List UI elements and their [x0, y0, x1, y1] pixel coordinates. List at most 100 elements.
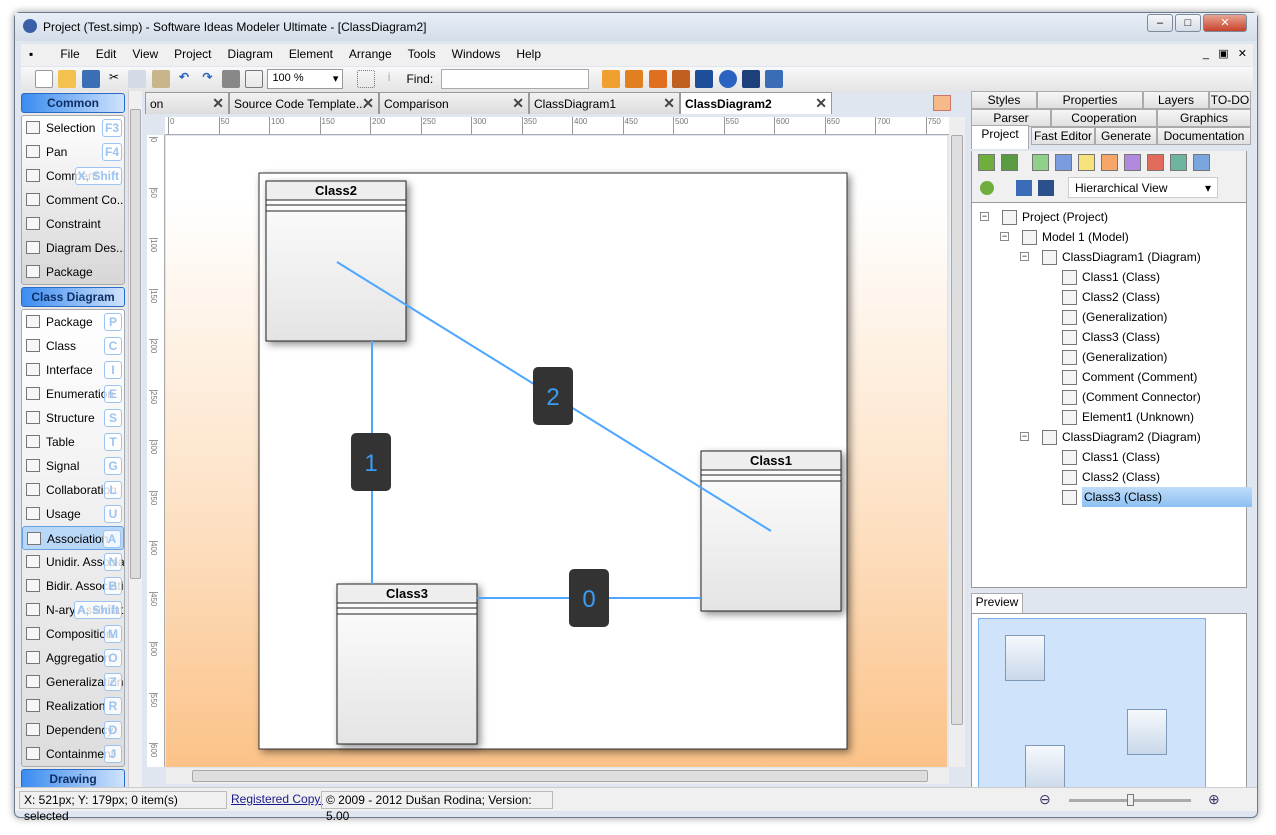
add-model-icon[interactable]: [978, 154, 995, 171]
doc-menu-icon[interactable]: ▪: [21, 44, 49, 64]
tree-item[interactable]: ClassDiagram2 (Diagram): [1042, 427, 1201, 447]
tree-expander[interactable]: −: [1000, 232, 1009, 241]
add-element-icon[interactable]: [1032, 154, 1049, 171]
tool-constraint[interactable]: Constraint: [22, 212, 124, 236]
print-preview-icon[interactable]: [245, 70, 264, 88]
tab-graphics[interactable]: Graphics: [1157, 109, 1251, 127]
doc-tab-comparison[interactable]: Comparison ✕: [379, 92, 529, 114]
maximize-button[interactable]: □: [1175, 14, 1201, 32]
tab-properties[interactable]: Properties: [1037, 91, 1143, 109]
expand-all-icon[interactable]: [1016, 180, 1032, 196]
tab-list-icon[interactable]: [933, 95, 951, 111]
tool-table[interactable]: Table T: [22, 430, 124, 454]
canvas-vertical-scrollbar[interactable]: [949, 117, 965, 767]
tab-styles[interactable]: Styles: [971, 91, 1037, 109]
align-icon[interactable]: [765, 70, 784, 88]
zoom-slider[interactable]: [1069, 794, 1191, 806]
zoom-in-icon[interactable]: ⊕: [1208, 791, 1220, 808]
component-icon[interactable]: [1124, 154, 1141, 171]
tree-item[interactable]: Class2 (Class): [1062, 287, 1160, 307]
tool-package[interactable]: Package P: [22, 310, 124, 334]
close-tab-icon[interactable]: ✕: [663, 95, 675, 112]
group-icon[interactable]: [741, 70, 760, 88]
cut-icon[interactable]: ✂: [105, 70, 123, 88]
zoom-slider-thumb[interactable]: [1127, 794, 1134, 806]
tool-comment[interactable]: Comment X, Shift: [22, 164, 124, 188]
menu-file[interactable]: File: [52, 44, 87, 64]
tool-collaboration[interactable]: Collaboration L: [22, 478, 124, 502]
layout-icon[interactable]: [695, 70, 714, 88]
tool-realization[interactable]: Realization R: [22, 694, 124, 718]
refresh-icon[interactable]: [980, 181, 994, 195]
menu-diagram[interactable]: Diagram: [220, 44, 281, 64]
undo-icon[interactable]: ↶: [175, 70, 193, 88]
menu-edit[interactable]: Edit: [88, 44, 125, 64]
grid-icon[interactable]: [356, 70, 375, 88]
tree-item[interactable]: (Comment Connector): [1062, 387, 1201, 407]
close-tab-icon[interactable]: ✕: [362, 95, 374, 112]
activity-icon[interactable]: [1170, 154, 1187, 171]
menu-element[interactable]: Element: [281, 44, 341, 64]
bring-front-icon[interactable]: [601, 70, 620, 88]
preview-pane[interactable]: [971, 613, 1247, 795]
tree-item[interactable]: Class1 (Class): [1062, 447, 1160, 467]
tool-selection[interactable]: Selection F3: [22, 116, 124, 140]
save-icon[interactable]: [81, 70, 100, 88]
tool-comment-co-[interactable]: Comment Co...: [22, 188, 124, 212]
tree-item[interactable]: Model 1 (Model): [1022, 227, 1129, 247]
canvas-horizontal-scrollbar[interactable]: [166, 768, 949, 784]
tool-structure[interactable]: Structure S: [22, 406, 124, 430]
redo-icon[interactable]: ↷: [198, 70, 216, 88]
folder-icon[interactable]: [1193, 154, 1210, 171]
menu-tools[interactable]: Tools: [400, 44, 444, 64]
comment-icon[interactable]: [1078, 154, 1095, 171]
tab-project[interactable]: Project: [971, 125, 1029, 149]
tree-item[interactable]: Project (Project): [1002, 207, 1108, 227]
tool-bidir-association[interactable]: Bidir. AssociationB: [22, 574, 124, 598]
tree-item[interactable]: Class3 (Class): [1062, 487, 1252, 507]
doc-tab-on[interactable]: on ✕: [145, 92, 229, 114]
close-tab-icon[interactable]: ✕: [512, 95, 524, 112]
doc-tab-classdiagram1[interactable]: ClassDiagram1 ✕: [529, 92, 680, 114]
tree-item[interactable]: Element1 (Unknown): [1062, 407, 1194, 427]
doc-tab-classdiagram2[interactable]: ClassDiagram2 ✕: [680, 92, 832, 114]
close-tab-icon[interactable]: ✕: [212, 95, 224, 112]
zoom-select[interactable]: 100 % ▾: [267, 69, 344, 89]
add-diagram-icon[interactable]: [1001, 154, 1018, 171]
class-class2[interactable]: Class2: [265, 180, 407, 342]
class-diagram-icon[interactable]: [1055, 154, 1072, 171]
close-button[interactable]: ✕: [1203, 14, 1247, 32]
collapse-all-icon[interactable]: [1038, 180, 1054, 196]
toolbox-group-common[interactable]: Common: [21, 93, 125, 113]
registered-copy-link[interactable]: Registered Copy.: [227, 791, 327, 809]
tool-composition[interactable]: Composition M: [22, 622, 124, 646]
tree-item[interactable]: (Generalization): [1062, 347, 1167, 367]
open-icon[interactable]: [58, 70, 77, 88]
minimize-button[interactable]: –: [1147, 14, 1173, 32]
tree-expander[interactable]: −: [1020, 432, 1029, 441]
tool-package[interactable]: Package: [22, 260, 124, 284]
send-back-icon[interactable]: [625, 70, 644, 88]
tree-item[interactable]: Class2 (Class): [1062, 467, 1160, 487]
tool-interface[interactable]: Interface I: [22, 358, 124, 382]
bring-forward-icon[interactable]: [648, 70, 667, 88]
tab-preview[interactable]: Preview: [971, 593, 1023, 613]
tab-documentation[interactable]: Documentation: [1157, 127, 1251, 145]
tool-diagram-des-[interactable]: Diagram Des...: [22, 236, 124, 260]
tool-signal[interactable]: Signal G: [22, 454, 124, 478]
info-icon[interactable]: i: [380, 70, 398, 88]
tab-fast-editor[interactable]: Fast Editor: [1031, 127, 1095, 145]
tab-generate[interactable]: Generate: [1095, 127, 1157, 145]
tool-aggregation[interactable]: Aggregation O: [22, 646, 124, 670]
copy-icon[interactable]: [128, 70, 147, 88]
menu-arrange[interactable]: Arrange: [341, 44, 400, 64]
send-backward-icon[interactable]: [671, 70, 690, 88]
tree-expander[interactable]: −: [980, 212, 989, 221]
tool-class[interactable]: Class C: [22, 334, 124, 358]
sequence-icon[interactable]: [1147, 154, 1164, 171]
new-icon[interactable]: [35, 70, 53, 88]
tool-containment[interactable]: Containment J: [22, 742, 124, 766]
class-class3[interactable]: Class3: [336, 583, 478, 745]
toolbox-scrollbar[interactable]: [128, 91, 142, 787]
tool-pan[interactable]: Pan F4: [22, 140, 124, 164]
